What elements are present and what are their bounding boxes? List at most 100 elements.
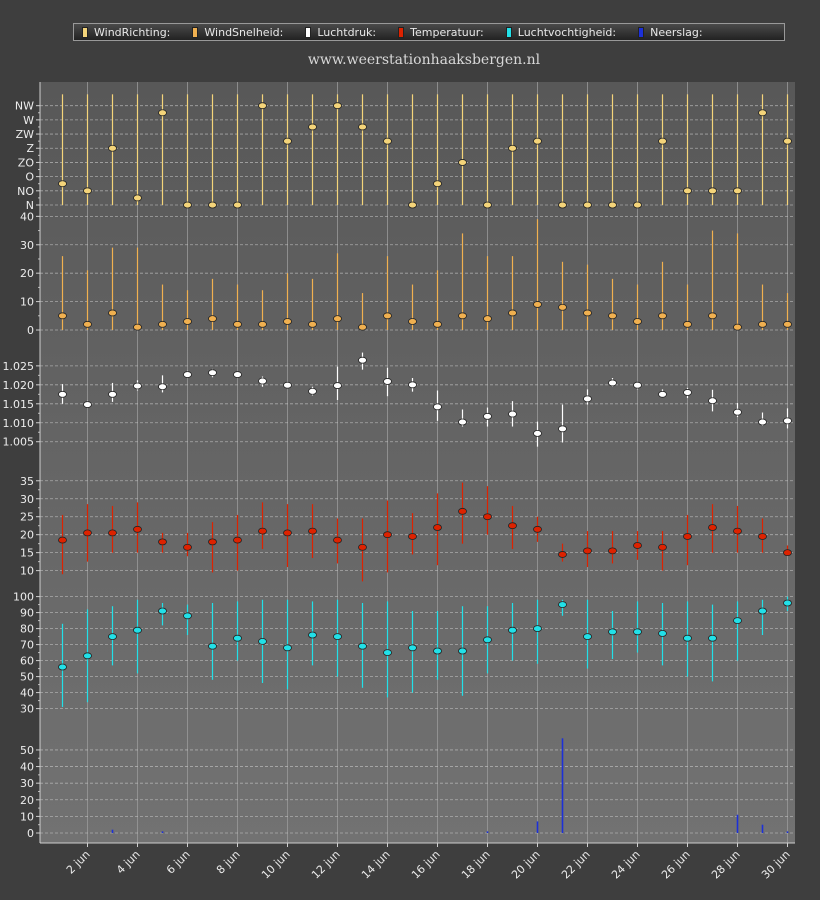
data-point bbox=[333, 536, 342, 544]
data-point bbox=[458, 159, 467, 166]
data-point bbox=[458, 647, 467, 655]
y-tick-label: 1.005 bbox=[3, 436, 35, 449]
data-point bbox=[708, 312, 717, 320]
data-point bbox=[133, 323, 142, 331]
data-point bbox=[783, 320, 792, 328]
data-point bbox=[158, 538, 167, 546]
data-point bbox=[608, 628, 617, 636]
y-tick-label: O bbox=[25, 171, 34, 184]
y-tick-label: ZW bbox=[16, 128, 35, 141]
x-tick-label: 30 jun bbox=[759, 848, 793, 882]
data-point bbox=[758, 320, 767, 328]
y-tick-label: 30 bbox=[20, 703, 34, 716]
data-point bbox=[58, 663, 67, 671]
data-point bbox=[408, 318, 417, 325]
data-point bbox=[283, 529, 292, 537]
data-point bbox=[408, 381, 417, 389]
data-point bbox=[733, 408, 742, 416]
data-point bbox=[558, 201, 567, 209]
data-point bbox=[233, 371, 242, 378]
data-point bbox=[208, 369, 217, 377]
y-tick-label: NO bbox=[17, 185, 34, 198]
y-tick-label: 1.020 bbox=[3, 379, 35, 392]
data-point bbox=[308, 123, 317, 131]
data-point bbox=[208, 642, 217, 650]
data-point bbox=[533, 137, 542, 145]
data-point bbox=[233, 201, 242, 209]
data-point bbox=[508, 144, 517, 152]
y-tick-label: ZO bbox=[18, 156, 35, 169]
data-point bbox=[333, 315, 342, 323]
data-point bbox=[508, 309, 517, 317]
y-tick-label: 40 bbox=[20, 687, 34, 700]
data-point bbox=[358, 642, 367, 650]
y-tick-label: 10 bbox=[20, 810, 34, 823]
x-tick-label: 24 jun bbox=[609, 848, 643, 882]
data-point bbox=[658, 630, 667, 637]
data-point bbox=[108, 309, 117, 317]
data-point bbox=[233, 634, 242, 642]
x-tick-label: 6 jun bbox=[164, 848, 193, 877]
y-tick-label: 70 bbox=[20, 639, 34, 652]
y-tick-label: 20 bbox=[20, 267, 34, 280]
data-point bbox=[158, 607, 167, 615]
data-point bbox=[433, 524, 442, 531]
y-tick-label: 30 bbox=[20, 239, 34, 252]
data-point bbox=[633, 201, 642, 209]
data-point bbox=[483, 201, 492, 209]
y-tick-label: 15 bbox=[20, 547, 34, 560]
y-tick-label: 20 bbox=[20, 794, 34, 807]
data-point bbox=[683, 187, 692, 195]
y-tick-label: 50 bbox=[20, 671, 34, 684]
y-tick-label: 50 bbox=[20, 744, 34, 757]
data-point bbox=[583, 309, 592, 317]
x-tick-label: 20 jun bbox=[509, 848, 543, 882]
data-point bbox=[333, 382, 342, 389]
data-point bbox=[583, 395, 592, 403]
data-point bbox=[358, 123, 367, 131]
data-point bbox=[633, 542, 642, 549]
data-point bbox=[108, 390, 117, 398]
x-tick-label: 2 jun bbox=[64, 848, 93, 877]
y-tick-label: 1.015 bbox=[3, 398, 35, 411]
data-point bbox=[533, 301, 542, 308]
data-point bbox=[58, 180, 67, 188]
data-point bbox=[283, 644, 292, 652]
data-point bbox=[383, 312, 392, 320]
y-tick-label: W bbox=[23, 114, 34, 127]
y-tick-label: 10 bbox=[20, 296, 34, 309]
data-point bbox=[533, 525, 542, 533]
data-point bbox=[583, 201, 592, 209]
data-point bbox=[708, 397, 717, 405]
data-point bbox=[258, 527, 267, 535]
data-point bbox=[308, 320, 317, 328]
data-point bbox=[433, 647, 442, 655]
data-point bbox=[383, 531, 392, 539]
y-tick-label: 40 bbox=[20, 210, 34, 223]
data-point bbox=[733, 527, 742, 535]
data-point bbox=[108, 529, 117, 537]
y-tick-label: NW bbox=[15, 100, 34, 113]
y-tick-label: 20 bbox=[20, 529, 34, 542]
y-tick-label: Z bbox=[26, 142, 34, 155]
data-point bbox=[733, 617, 742, 624]
chart-frame: WindRichting: WindSnelheid: Luchtdruk: Temp… bbox=[0, 0, 820, 900]
data-point bbox=[258, 638, 267, 645]
data-point bbox=[208, 201, 217, 209]
data-point bbox=[183, 543, 192, 551]
data-point bbox=[308, 527, 317, 535]
y-tick-label: 0 bbox=[27, 324, 34, 337]
data-point bbox=[758, 109, 767, 117]
x-tick-label: 18 jun bbox=[459, 848, 493, 882]
data-point bbox=[333, 633, 342, 640]
data-point bbox=[558, 601, 567, 608]
data-point bbox=[158, 383, 167, 391]
data-point bbox=[458, 418, 467, 426]
x-tick-label: 12 jun bbox=[309, 848, 343, 882]
data-point bbox=[208, 315, 217, 323]
y-tick-label: 25 bbox=[20, 511, 34, 524]
data-point bbox=[133, 382, 142, 390]
data-point bbox=[608, 547, 617, 555]
data-point bbox=[708, 524, 717, 531]
data-point bbox=[733, 187, 742, 195]
